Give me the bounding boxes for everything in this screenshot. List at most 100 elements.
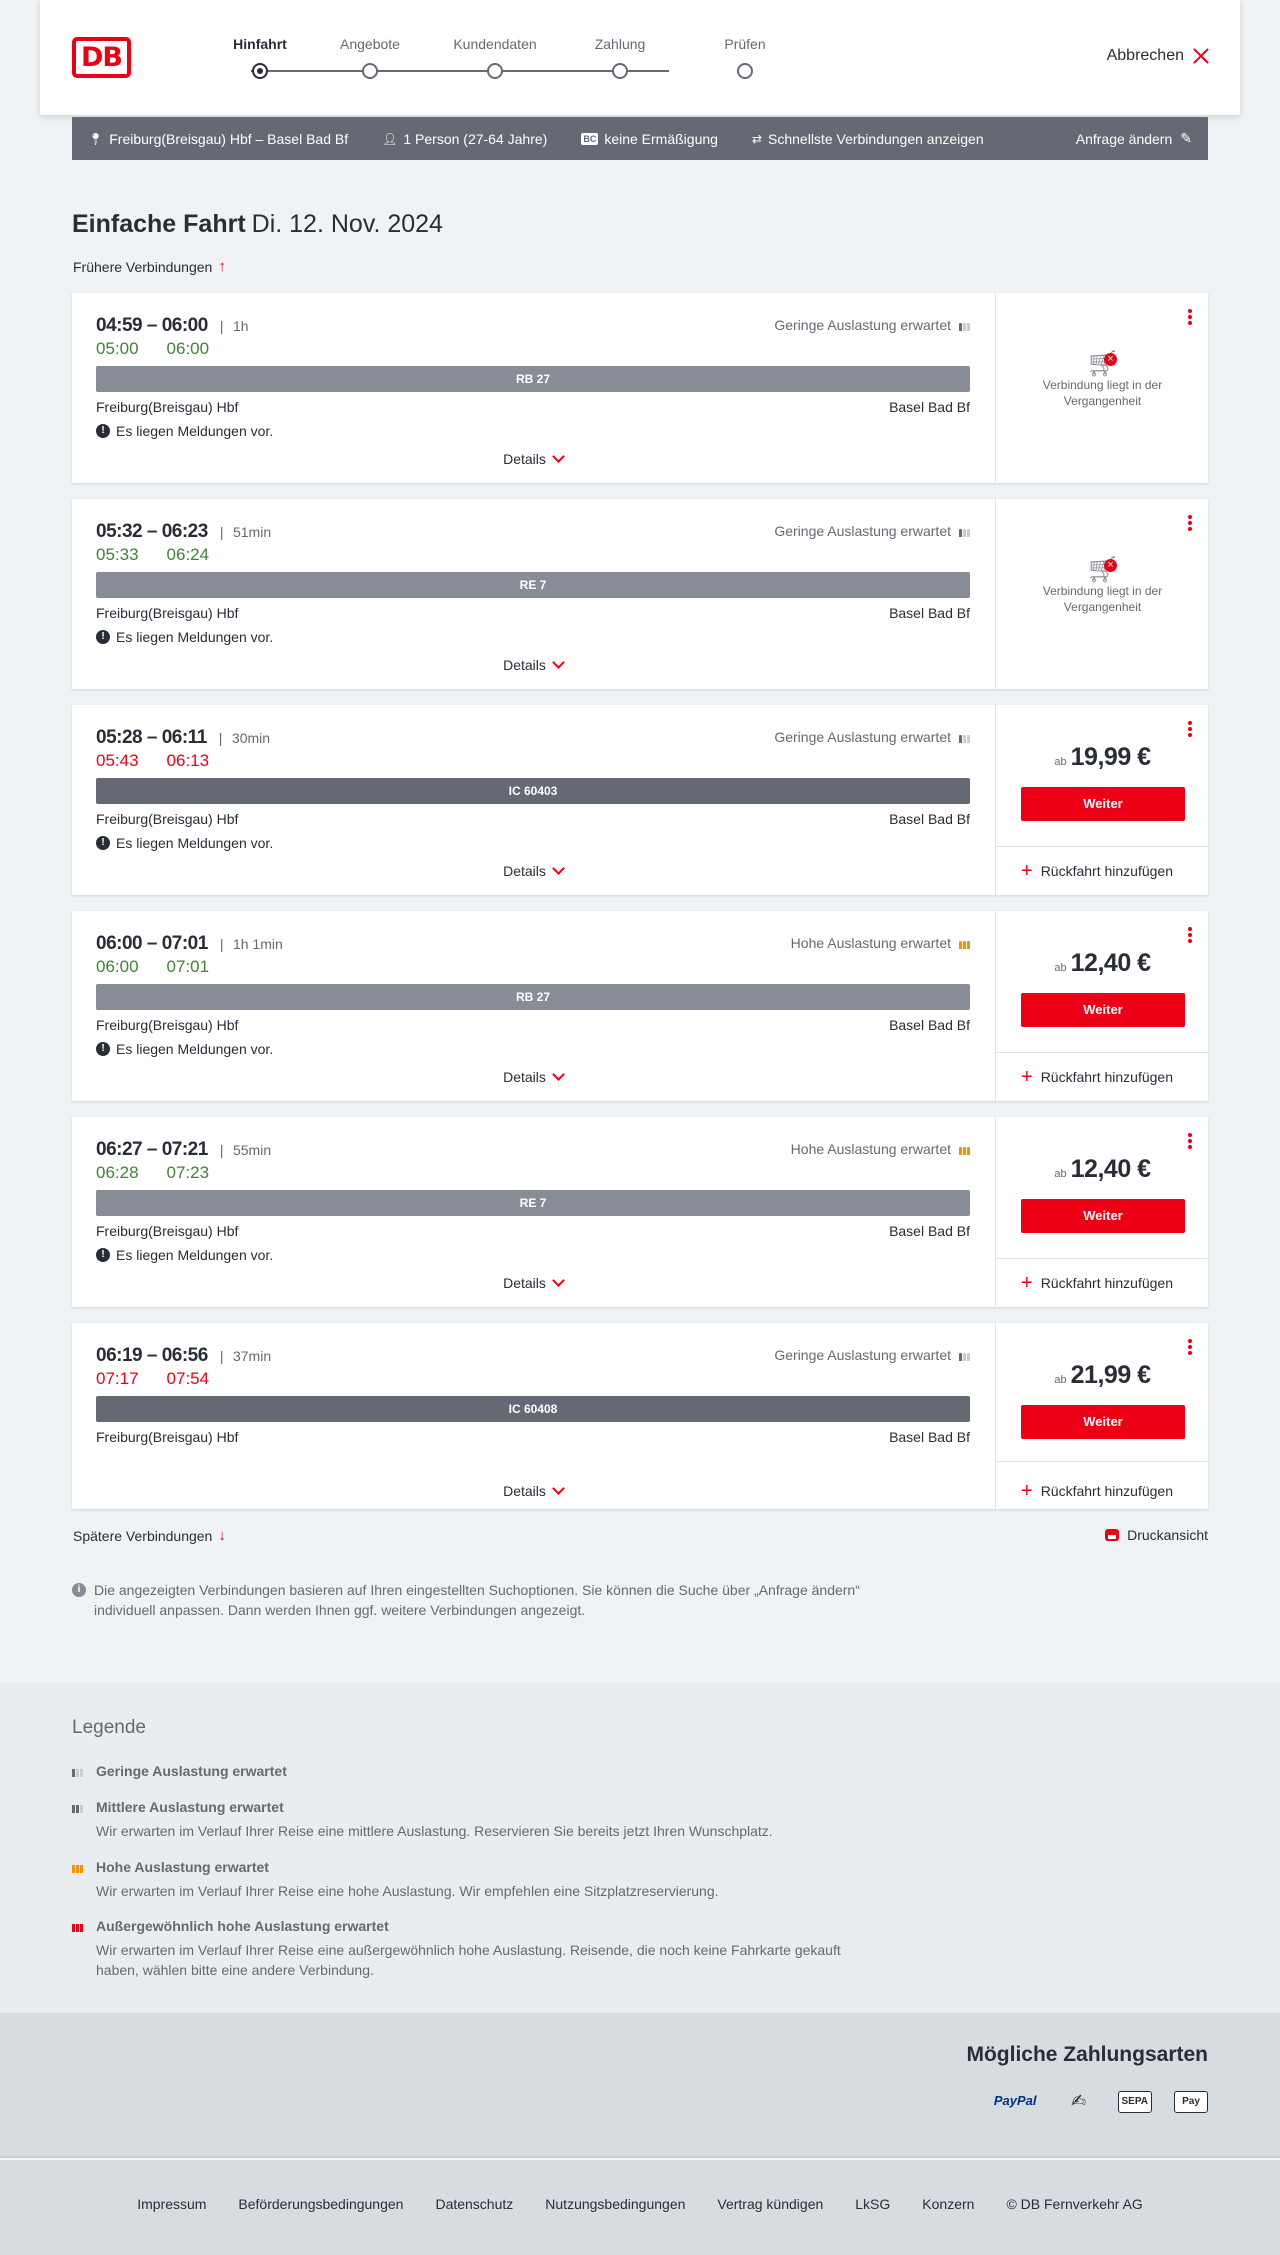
- db-logo[interactable]: DB: [72, 37, 131, 78]
- connection-card: 05:32 – 06:23 | 51min 05:33 06:24 Gering…: [72, 499, 1208, 689]
- details-toggle[interactable]: Details: [96, 1274, 970, 1291]
- realtime-departure: 05:33: [96, 545, 139, 564]
- stations: Freiburg(Breisgau) Hbf Basel Bad Bf: [96, 399, 970, 415]
- train-bar[interactable]: RB 27: [96, 366, 970, 392]
- departure-station: Freiburg(Breisgau) Hbf: [96, 1429, 239, 1445]
- load-low-icon: [959, 1349, 970, 1361]
- page-title: Einfache Fahrt Di. 12. Nov. 2024: [72, 210, 443, 239]
- chevron-down-icon: [552, 1068, 565, 1081]
- continue-button[interactable]: Weiter: [1021, 1199, 1185, 1233]
- disruption-message: ! Es liegen Meldungen vor.: [96, 1247, 273, 1263]
- train-bar[interactable]: IC 60408: [96, 1396, 970, 1422]
- more-options-icon[interactable]: [1188, 515, 1192, 531]
- details-label: Details: [503, 451, 546, 467]
- more-options-icon[interactable]: [1188, 1339, 1192, 1355]
- price-prefix: ab: [1054, 756, 1067, 768]
- add-return-button[interactable]: + Rückfahrt hinzufügen: [1021, 861, 1173, 881]
- location-pin-icon: 📍︎: [88, 131, 104, 146]
- price: ab 21,99 €: [996, 1361, 1209, 1390]
- price-prefix: ab: [1054, 1374, 1067, 1386]
- details-label: Details: [503, 657, 546, 673]
- chevron-down-icon: [552, 862, 565, 875]
- footer-link[interactable]: Datenschutz: [435, 2196, 513, 2212]
- travelers-text: 1 Person (27-64 Jahre): [403, 130, 548, 147]
- legend-head: Mittlere Auslastung erwartet: [96, 1799, 284, 1815]
- credit-card-icon: ✍: [1070, 2091, 1087, 2111]
- schedule-times: 05:32 – 06:23 | 51min: [96, 521, 271, 543]
- step-label: Kundendaten: [453, 36, 537, 52]
- departure-station: Freiburg(Breisgau) Hbf: [96, 811, 239, 827]
- past-text-line2: Vergangenheit: [1063, 600, 1142, 614]
- duration: 55min: [232, 1142, 272, 1158]
- realtime-times: 05:33 06:24: [96, 545, 209, 565]
- step-angebote: Angebote: [315, 34, 425, 79]
- footer-link[interactable]: Impressum: [137, 2196, 206, 2212]
- add-return-button[interactable]: + Rückfahrt hinzufügen: [1021, 1067, 1173, 1087]
- change-request-button[interactable]: Anfrage ändern ✎: [1076, 130, 1192, 147]
- print-view-link[interactable]: Druckansicht: [1105, 1527, 1208, 1543]
- message-text: Es liegen Meldungen vor.: [116, 423, 274, 439]
- chevron-down-icon: [552, 656, 565, 669]
- message-text: Es liegen Meldungen vor.: [116, 629, 274, 645]
- alert-icon: !: [96, 836, 110, 850]
- footer-link[interactable]: Beförderungsbedingungen: [238, 2196, 403, 2212]
- connection-details: 04:59 – 06:00 | 1h 05:00 06:00 Geringe A…: [96, 293, 970, 483]
- more-options-icon[interactable]: [1188, 309, 1192, 325]
- footer-link[interactable]: LkSG: [855, 2196, 890, 2212]
- schedule-times: 06:00 – 07:01 | 1h 1min: [96, 933, 283, 955]
- more-options-icon[interactable]: [1188, 1133, 1192, 1149]
- legend-text: Wir erwarten im Verlauf Ihrer Reise eine…: [96, 1823, 773, 1839]
- details-toggle[interactable]: Details: [96, 450, 970, 467]
- add-return-button[interactable]: + Rückfahrt hinzufügen: [1021, 1481, 1173, 1501]
- earlier-connections-link[interactable]: Frühere Verbindungen ↑: [73, 258, 226, 275]
- footer-link[interactable]: Nutzungsbedingungen: [545, 2196, 685, 2212]
- train-bar[interactable]: IC 60403: [96, 778, 970, 804]
- planned-times: 04:59 – 06:00: [96, 315, 208, 336]
- continue-button[interactable]: Weiter: [1021, 1405, 1185, 1439]
- details-toggle[interactable]: Details: [96, 1068, 970, 1085]
- realtime-times: 07:17 07:54: [96, 1369, 209, 1389]
- cancel-button[interactable]: Abbrechen: [1107, 47, 1210, 65]
- footer-link[interactable]: Vertrag kündigen: [717, 2196, 823, 2212]
- earlier-label: Frühere Verbindungen: [73, 258, 213, 275]
- occupancy-text: Geringe Auslastung erwartet: [774, 1347, 951, 1363]
- legend-section: Legende Geringe Auslastung erwartet Mitt…: [0, 1683, 1280, 2013]
- print-label: Druckansicht: [1127, 1527, 1208, 1543]
- offer-panel: ab 12,40 € Weiter + Rückfahrt hinzufügen: [995, 1117, 1209, 1307]
- realtime-arrival: 06:24: [166, 545, 210, 564]
- train-bar[interactable]: RB 27: [96, 984, 970, 1010]
- later-connections-link[interactable]: Spätere Verbindungen ↓: [73, 1527, 226, 1544]
- train-bar[interactable]: RE 7: [96, 572, 970, 598]
- occupancy-text: Hohe Auslastung erwartet: [790, 935, 951, 951]
- progress-stepper: Hinfahrt Angebote Kundendaten Zahlung Pr…: [205, 34, 766, 84]
- duration: 37min: [232, 1348, 272, 1364]
- price-value: 21,99 €: [1070, 1361, 1151, 1389]
- realtime-arrival: 06:00: [166, 339, 210, 358]
- details-toggle[interactable]: Details: [96, 656, 970, 673]
- chevron-down-icon: [552, 1274, 565, 1287]
- fastest-connections-toggle[interactable]: ⇄ Schnellste Verbindungen anzeigen: [752, 131, 984, 147]
- legend-title: Legende: [72, 1717, 146, 1738]
- step-pruefen: Prüfen: [690, 34, 800, 79]
- travelers-summary[interactable]: 👤︎ 1 Person (27-64 Jahre): [382, 131, 547, 147]
- continue-button[interactable]: Weiter: [1021, 787, 1185, 821]
- step-label: Prüfen: [724, 36, 766, 52]
- details-toggle[interactable]: Details: [96, 862, 970, 879]
- arrival-station: Basel Bad Bf: [889, 399, 970, 415]
- continue-button[interactable]: Weiter: [1021, 993, 1185, 1027]
- disruption-message: ! Es liegen Meldungen vor.: [96, 835, 273, 851]
- more-options-icon[interactable]: [1188, 721, 1192, 737]
- more-options-icon[interactable]: [1188, 927, 1192, 943]
- occupancy-indicator: Geringe Auslastung erwartet: [774, 1347, 970, 1363]
- footer-link[interactable]: Konzern: [922, 2196, 974, 2212]
- discount-summary[interactable]: BC keine Ermäßigung: [581, 131, 718, 147]
- add-return-label: Rückfahrt hinzufügen: [1040, 1069, 1173, 1085]
- message-text: Es liegen Meldungen vor.: [116, 1041, 274, 1057]
- duration: 30min: [231, 730, 271, 746]
- add-return-button[interactable]: + Rückfahrt hinzufügen: [1021, 1273, 1173, 1293]
- load-low-icon: [959, 525, 970, 537]
- route-summary[interactable]: 📍︎ Freiburg(Breisgau) Hbf – Basel Bad Bf: [88, 131, 348, 147]
- train-bar[interactable]: RE 7: [96, 1190, 970, 1216]
- details-toggle[interactable]: Details: [96, 1482, 970, 1499]
- price-value: 19,99 €: [1070, 743, 1151, 771]
